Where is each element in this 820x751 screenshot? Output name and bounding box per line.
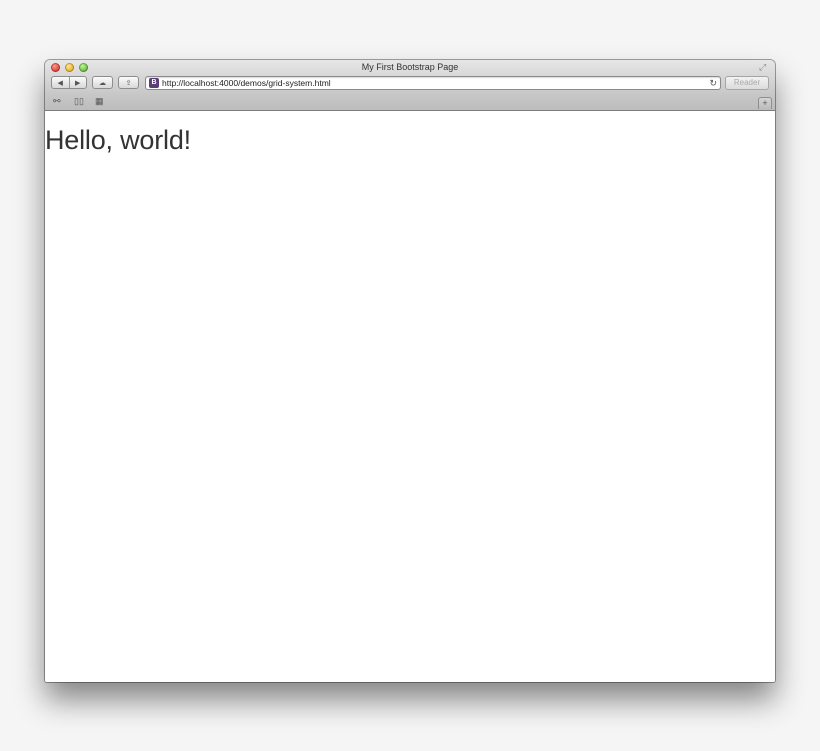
new-tab-button[interactable]: + — [758, 97, 772, 109]
url-text[interactable]: http://localhost:4000/demos/grid-system.… — [162, 78, 331, 88]
forward-icon[interactable]: ▶ — [68, 77, 87, 88]
favicon-icon: B — [149, 78, 159, 88]
bookmarks-icon[interactable]: ▯▯ — [74, 96, 84, 106]
fullscreen-icon[interactable]: ⤢ — [759, 62, 769, 72]
browser-chrome: My First Bootstrap Page ⤢ ◀ ▶ ☁ ⇪ B http… — [45, 60, 775, 111]
nav-button-group: ◀ ▶ — [51, 76, 87, 89]
reload-icon[interactable]: ↻ — [709, 77, 717, 89]
page-heading: Hello, world! — [45, 125, 191, 155]
browser-window: My First Bootstrap Page ⤢ ◀ ▶ ☁ ⇪ B http… — [45, 60, 775, 682]
title-bar: My First Bootstrap Page ⤢ — [45, 60, 775, 75]
share-icon: ⇪ — [125, 79, 132, 87]
icloud-tabs-button[interactable]: ☁ — [92, 76, 113, 89]
back-icon[interactable]: ◀ — [52, 77, 69, 88]
bookmarks-bar: ⚯ ▯▯ ▦ + — [45, 94, 775, 109]
reader-button[interactable]: Reader — [725, 76, 769, 90]
toolbar: ◀ ▶ ☁ ⇪ B http://localhost:4000/demos/gr… — [45, 76, 775, 92]
window-title: My First Bootstrap Page — [361, 62, 459, 72]
reading-list-icon[interactable]: ⚯ — [53, 96, 61, 106]
share-button[interactable]: ⇪ — [118, 76, 139, 89]
page-content: Hello, world! — [45, 111, 775, 682]
icloud-icon: ☁ — [99, 79, 106, 87]
top-sites-icon[interactable]: ▦ — [95, 96, 104, 106]
address-bar[interactable]: B http://localhost:4000/demos/grid-syste… — [145, 76, 721, 90]
